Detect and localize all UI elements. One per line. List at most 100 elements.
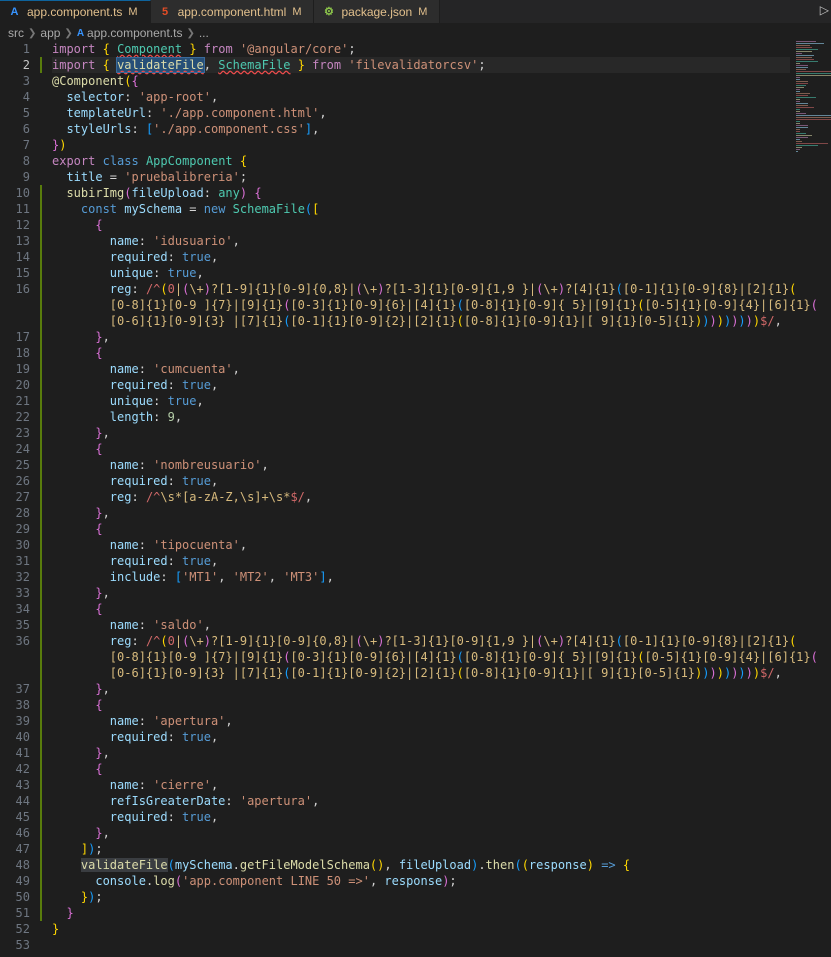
minimap-line <box>796 91 800 92</box>
minimap-line <box>796 99 800 100</box>
minimap-line <box>796 109 800 110</box>
code-line: title = 'pruebalibreria'; <box>66 170 248 184</box>
line-number: 37 <box>15 682 30 696</box>
code-line: { <box>95 522 103 536</box>
code-line: import { Component } from '@angular/core… <box>52 42 356 56</box>
code-line: name: 'apertura', <box>109 714 233 728</box>
code-line: required: true, <box>109 554 219 568</box>
line-number: 22 <box>15 410 30 424</box>
minimap-line <box>796 117 831 118</box>
code-line: }, <box>95 682 110 696</box>
code-line: export class AppComponent { <box>52 154 248 168</box>
code-line: }, <box>95 586 110 600</box>
breadcrumb-item-file[interactable]: app.component.ts <box>87 26 182 40</box>
minimap-line <box>796 81 808 82</box>
minimap-line <box>796 137 808 138</box>
line-number: 34 <box>15 602 30 616</box>
code-line: }, <box>95 826 110 840</box>
minimap-line <box>796 49 818 50</box>
code-line: console.log('app.component LINE 50 =>', … <box>95 874 457 888</box>
code-line: validateFile(mySchema.getFileModelSchema… <box>80 858 631 872</box>
minimap-line <box>796 65 808 66</box>
line-number: 20 <box>15 378 30 392</box>
minimap[interactable] <box>790 41 831 171</box>
line-number: 6 <box>22 122 30 136</box>
code-line: }); <box>80 890 103 904</box>
code-area[interactable]: import { Component } from '@angular/core… <box>52 41 818 953</box>
line-number: 8 <box>22 154 30 168</box>
code-line: include: ['MT1', 'MT2', 'MT3'], <box>109 570 334 584</box>
line-number: 3 <box>22 74 30 88</box>
minimap-line <box>796 129 800 130</box>
code-line: required: true, <box>109 378 219 392</box>
code-line: required: true, <box>109 250 219 264</box>
line-number: 29 <box>15 522 30 536</box>
run-icon[interactable]: ▷ <box>820 3 829 17</box>
line-number: 46 <box>15 826 30 840</box>
line-number <box>0 313 36 329</box>
minimap-line <box>796 97 816 98</box>
line-number: 40 <box>15 730 30 744</box>
chevron-right-icon: ❯ <box>64 27 73 39</box>
code-line: name: 'cierre', <box>109 778 219 792</box>
line-number: 13 <box>15 234 30 248</box>
minimap-line <box>796 83 808 84</box>
line-number: 39 <box>15 714 30 728</box>
code-line: templateUrl: './app.component.html', <box>66 106 327 120</box>
code-line: { <box>95 218 103 232</box>
line-number: 36 <box>15 634 30 648</box>
minimap-line <box>796 53 802 54</box>
minimap-line <box>796 145 818 146</box>
minimap-line <box>796 113 806 114</box>
code-line: { <box>95 698 103 712</box>
minimap-line <box>796 133 806 134</box>
minimap-line <box>796 151 798 152</box>
tab-package-json[interactable]: ⚙ package.json M <box>314 0 441 23</box>
tab-app-component-ts[interactable]: A app.component.ts M <box>0 0 151 23</box>
code-line: reg: /^(0|(\+)?[1-9]{1}[0-9]{0,8}|(\+)?[… <box>109 282 797 296</box>
minimap-line <box>796 75 831 76</box>
code-line: { <box>95 762 103 776</box>
tab-app-component-html[interactable]: 5 app.component.html M <box>150 0 315 23</box>
line-number: 23 <box>15 426 30 440</box>
minimap-line <box>796 123 800 124</box>
minimap-line <box>796 85 806 86</box>
minimap-line <box>796 59 814 60</box>
line-number: 33 <box>15 586 30 600</box>
line-number: 10 <box>15 186 30 200</box>
code-line: required: true, <box>109 810 219 824</box>
git-added-bar <box>40 185 42 921</box>
minimap-line <box>796 135 812 136</box>
tab-label: package.json <box>341 4 413 19</box>
code-line-wrap: [0-8]{1}[0-9 ]{7}|[9]{1}([0-3]{1}[0-9]{6… <box>109 650 818 664</box>
line-number: 7 <box>22 138 30 152</box>
breadcrumb-item-app[interactable]: app <box>40 26 60 40</box>
minimap-line <box>796 87 804 88</box>
line-number: 44 <box>15 794 30 808</box>
line-number: 19 <box>15 362 30 376</box>
line-number: 31 <box>15 554 30 568</box>
chevron-right-icon: ❯ <box>186 27 195 39</box>
line-number: 49 <box>15 874 30 888</box>
minimap-line <box>796 119 831 120</box>
minimap-line <box>796 139 800 140</box>
line-number <box>0 649 36 665</box>
minimap-line <box>796 47 812 48</box>
code-line: unique: true, <box>109 394 204 408</box>
angular-icon: A <box>10 6 19 18</box>
minimap-line <box>796 89 800 90</box>
minimap-line <box>796 51 812 52</box>
code-line: { <box>95 346 103 360</box>
minimap-line <box>796 147 802 148</box>
code-line: name: 'tipocuenta', <box>109 538 248 552</box>
code-editor[interactable]: 1 2 3 4 5 6 7 8 9 10 11 12 13 14 15 16 17 18 19 20 21 22 23 24 2… <box>0 41 818 957</box>
line-number: 24 <box>15 442 30 456</box>
code-line: }, <box>95 330 110 344</box>
line-number: 32 <box>15 570 30 584</box>
breadcrumb-item-symbol[interactable]: ... <box>199 26 209 40</box>
minimap-line <box>796 95 808 96</box>
breadcrumb-item-src[interactable]: src <box>8 26 24 40</box>
minimap-line <box>796 103 808 104</box>
line-number: 18 <box>15 346 30 360</box>
